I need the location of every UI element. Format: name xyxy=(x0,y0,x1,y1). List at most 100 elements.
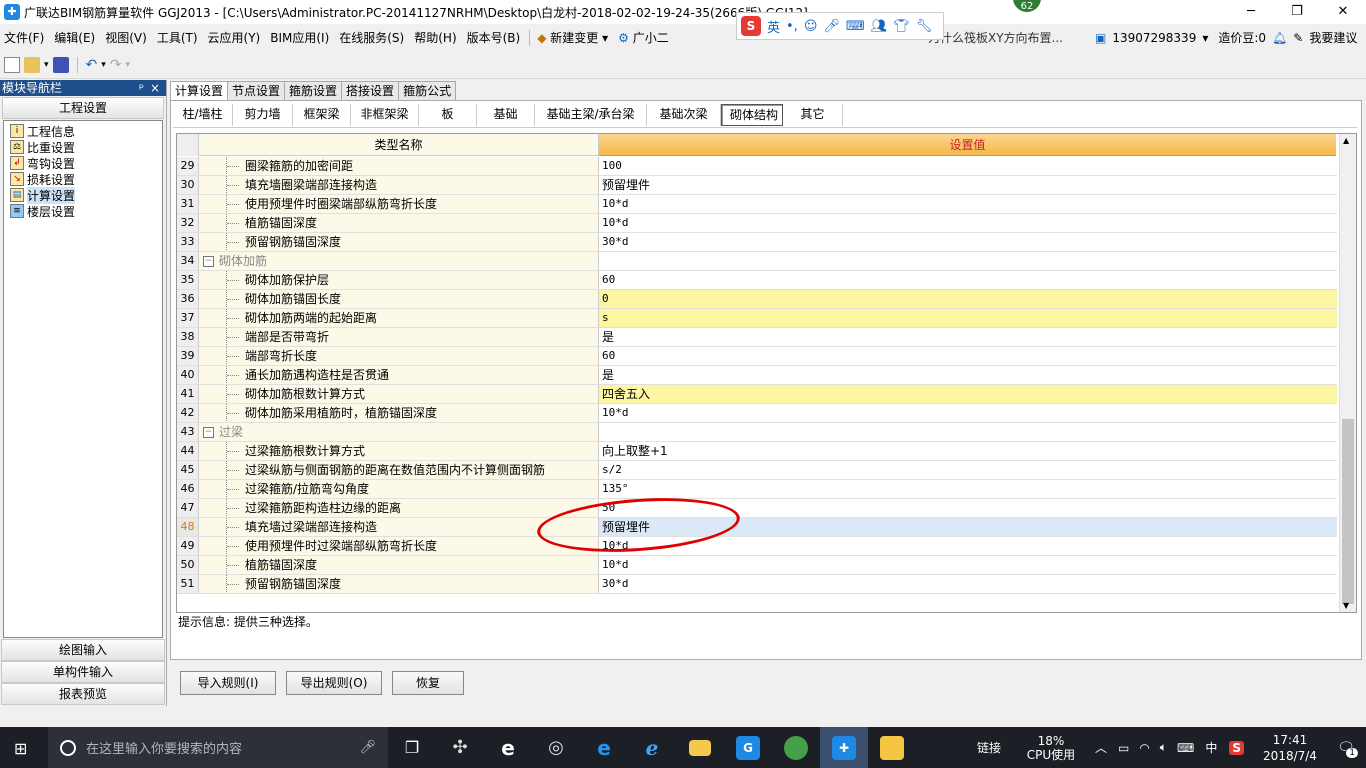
camera-app-icon[interactable]: ◎ xyxy=(532,727,580,768)
tab-stirrup-formula[interactable]: 箍筋公式 xyxy=(398,81,457,100)
vertical-scrollbar[interactable]: ▲ ▼ xyxy=(1339,134,1356,612)
edge-icon[interactable]: e xyxy=(580,727,628,768)
tab-shear-wall[interactable]: 剪力墙 xyxy=(233,104,293,126)
tab-frame-beam[interactable]: 框架梁 xyxy=(293,104,351,126)
sogou-tray-icon[interactable]: S xyxy=(1229,740,1244,755)
minimize-button[interactable]: ─ xyxy=(1228,0,1274,24)
chevron-up-icon[interactable]: ︿ xyxy=(1095,739,1107,756)
ime-toolbar[interactable]: S 英 •, ☺ 🎤︎ ⌨ 👥︎ 👕︎ 🔧︎ xyxy=(736,12,944,40)
scroll-up-icon[interactable]: ▲ xyxy=(1343,136,1349,145)
keyboard-icon[interactable]: ⌨ xyxy=(846,19,865,34)
value-cell[interactable]: 10*d xyxy=(599,195,1337,213)
nav-item-weight[interactable]: ⚖ 比重设置 xyxy=(4,139,162,155)
chevron-down-icon[interactable]: ▾ xyxy=(101,60,106,70)
tab-calc-settings[interactable]: 计算设置 xyxy=(170,81,229,101)
nav-header-project-settings[interactable]: 工程设置 xyxy=(2,97,164,119)
task-view-icon[interactable]: ❐ xyxy=(388,727,436,768)
table-row[interactable]: 50 植筋锚固深度 10*d xyxy=(177,556,1337,575)
chevron-down-icon[interactable]: ▾ xyxy=(1202,31,1208,45)
nav-item-project-info[interactable]: i 工程信息 xyxy=(4,123,162,139)
close-icon[interactable]: × xyxy=(150,80,160,96)
redo-icon[interactable]: ↷ xyxy=(110,57,122,73)
tab-foundation-main-beam[interactable]: 基础主梁/承台梁 xyxy=(535,104,647,126)
table-row[interactable]: 34− 砌体加筋 xyxy=(177,252,1337,271)
menu-bim[interactable]: BIM应用(I) xyxy=(266,29,333,46)
suggest-icon[interactable]: ✎ xyxy=(1293,31,1303,45)
undo-icon[interactable]: ↶ xyxy=(86,57,98,73)
table-row[interactable]: 33 预留钢筋锚固深度 30*d xyxy=(177,233,1337,252)
table-row[interactable]: 48 填充墙过梁端部连接构造 预留埋件 xyxy=(177,518,1337,537)
table-row[interactable]: 36 砌体加筋锚固长度 0 xyxy=(177,290,1337,309)
question-link[interactable]: 为什么筏板XY方向布置... xyxy=(928,29,1063,46)
tab-column[interactable]: 柱/墙柱 xyxy=(173,104,233,126)
value-cell[interactable]: 30*d xyxy=(599,575,1337,593)
table-row[interactable]: 31 使用预埋件时圈梁端部纵筋弯折长度 10*d xyxy=(177,195,1337,214)
coins-label[interactable]: 造价豆:0 xyxy=(1218,29,1266,46)
value-cell[interactable]: 向上取整+1 xyxy=(599,442,1337,460)
table-row[interactable]: 44 过梁箍筋根数计算方式 向上取整+1 xyxy=(177,442,1337,461)
microphone-icon[interactable]: 🎤︎ xyxy=(359,740,376,755)
value-cell[interactable]: 是 xyxy=(599,328,1337,346)
save-icon[interactable] xyxy=(52,56,69,73)
nav-item-loss[interactable]: ↘ 损耗设置 xyxy=(4,171,162,187)
column-header-value[interactable]: 设置值 xyxy=(599,134,1336,156)
value-cell[interactable]: 10*d xyxy=(599,404,1337,422)
table-row[interactable]: 45 过梁纵筋与侧面钢筋的距离在数值范围内不计算侧面钢筋 s/2 xyxy=(177,461,1337,480)
skin-icon[interactable]: 👕︎ xyxy=(893,19,910,34)
emoji-icon[interactable]: ☺ xyxy=(804,19,818,34)
tab-foundation[interactable]: 基础 xyxy=(477,104,535,126)
notes-app-icon[interactable] xyxy=(868,727,916,768)
tab-lap-settings[interactable]: 搭接设置 xyxy=(341,81,400,100)
chevron-down-icon[interactable]: ▾ xyxy=(44,60,49,70)
assistant-button[interactable]: ⚙ 广小二 xyxy=(614,29,673,46)
menu-tools[interactable]: 工具(T) xyxy=(153,29,202,46)
ime-mode[interactable]: 中 xyxy=(1205,739,1217,756)
import-rules-button[interactable]: 导入规则(I) xyxy=(180,671,276,695)
table-row[interactable]: 40 通长加筋遇构造柱是否贯通 是 xyxy=(177,366,1337,385)
table-row[interactable]: 32 植筋锚固深度 10*d xyxy=(177,214,1337,233)
suggest-label[interactable]: 我要建议 xyxy=(1309,29,1357,46)
tab-slab[interactable]: 板 xyxy=(419,104,477,126)
windows-start-icon[interactable]: ⊞ xyxy=(14,739,27,758)
phone-label[interactable]: 13907298339 xyxy=(1112,31,1196,45)
table-row[interactable]: 29 圈梁箍筋的加密间距 100 xyxy=(177,157,1337,176)
value-cell[interactable]: 10*d xyxy=(599,556,1337,574)
collapse-icon[interactable]: − xyxy=(203,426,214,438)
menu-file[interactable]: 文件(F) xyxy=(0,29,48,46)
nav-report-preview[interactable]: 报表预览 xyxy=(1,683,165,705)
open-folder-icon[interactable] xyxy=(24,56,40,73)
value-cell[interactable] xyxy=(599,423,1337,441)
value-cell[interactable]: 60 xyxy=(599,271,1337,289)
value-cell[interactable]: 预留埋件 xyxy=(599,176,1337,194)
sogou-icon[interactable]: S xyxy=(741,16,761,36)
bell-icon[interactable]: 🔔︎ xyxy=(1272,31,1287,45)
wifi-icon[interactable]: ◠ xyxy=(1139,741,1149,755)
battery-icon[interactable]: ▭ xyxy=(1118,741,1129,755)
new-file-icon[interactable] xyxy=(4,56,20,73)
value-cell[interactable]: 30*d xyxy=(599,233,1337,251)
new-change-button[interactable]: ◆ 新建变更 ▾ xyxy=(533,29,612,46)
tab-other[interactable]: 其它 xyxy=(783,104,843,126)
table-row[interactable]: 38 端部是否带弯折 是 xyxy=(177,328,1337,347)
table-row[interactable]: 30 填充墙圈梁端部连接构造 预留埋件 xyxy=(177,176,1337,195)
tab-foundation-secondary-beam[interactable]: 基础次梁 xyxy=(647,104,721,126)
tab-stirrup-settings[interactable]: 箍筋设置 xyxy=(284,81,343,100)
file-explorer-icon[interactable] xyxy=(676,727,724,768)
maximize-button[interactable]: ❐ xyxy=(1274,0,1320,24)
nav-single-component-input[interactable]: 单构件输入 xyxy=(1,661,165,683)
user-icon[interactable]: 👥︎ xyxy=(871,19,888,34)
scroll-down-icon[interactable]: ▼ xyxy=(1343,601,1349,610)
value-cell[interactable]: 100 xyxy=(599,157,1337,175)
keyboard-icon[interactable]: ⌨ xyxy=(1177,741,1194,755)
table-row[interactable]: 43− 过梁 xyxy=(177,423,1337,442)
value-cell[interactable]: 是 xyxy=(599,366,1337,384)
table-row[interactable]: 46 过梁箍筋/拉筋弯勾角度 135° xyxy=(177,480,1337,499)
value-cell[interactable]: 135° xyxy=(599,480,1337,498)
export-rules-button[interactable]: 导出规则(O) xyxy=(286,671,382,695)
user-avatar-icon[interactable]: ▣ xyxy=(1095,31,1106,45)
menu-edit[interactable]: 编辑(E) xyxy=(50,29,99,46)
ime-lang[interactable]: 英 xyxy=(767,17,780,36)
value-cell[interactable]: 50 xyxy=(599,499,1337,517)
tab-non-frame-beam[interactable]: 非框架梁 xyxy=(351,104,419,126)
table-row[interactable]: 47 过梁箍筋距构造柱边缘的距离 50 xyxy=(177,499,1337,518)
